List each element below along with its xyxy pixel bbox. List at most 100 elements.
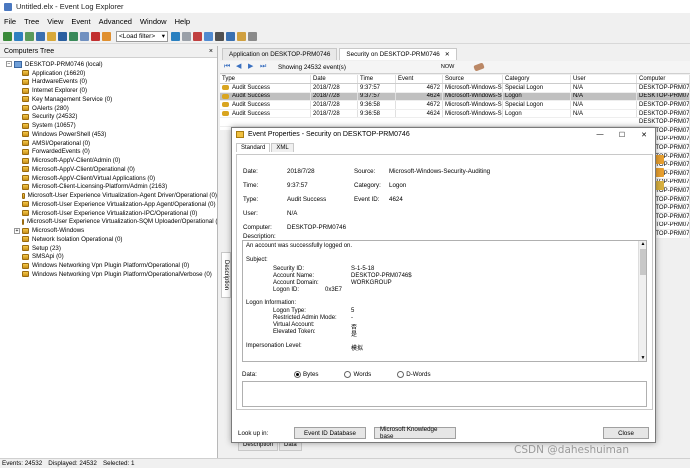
stop-icon[interactable] [193, 31, 202, 41]
event-id-database-button[interactable]: Event ID Database [294, 427, 366, 439]
tree-item[interactable]: Microsoft-AppV-Client/Virtual Applicatio… [0, 174, 217, 183]
scroll-down-icon[interactable]: ▼ [639, 355, 646, 361]
column-type[interactable]: Type [220, 75, 311, 83]
column-event[interactable]: Event [396, 75, 443, 83]
tree-item[interactable]: AMSI/Operational (0) [0, 139, 217, 148]
menu-advanced[interactable]: Advanced [99, 17, 132, 26]
tree-item[interactable]: Microsoft-AppV-Client/Admin (0) [0, 156, 217, 165]
table-row[interactable]: Audit Success 2018/7/28 9:37:57 4624 Microso… [220, 92, 690, 102]
new-icon[interactable] [3, 31, 12, 41]
next-page-icon[interactable]: ▶ [248, 63, 256, 71]
time-label: Time: [243, 182, 259, 189]
tab-security[interactable]: Security on DESKTOP-PRM0746 ✕ [339, 48, 457, 60]
tree-item[interactable]: Microsoft-AppV-Client/Operational (0) [0, 165, 217, 174]
menu-view[interactable]: View [47, 17, 63, 26]
tree-item[interactable]: OAlerts (280) [0, 104, 217, 113]
radio-bytes[interactable]: Bytes [294, 370, 318, 378]
radio-dwords[interactable]: D-Words [397, 370, 431, 378]
cell-text: 9:37:57 [360, 84, 381, 91]
open-folder-icon[interactable] [47, 31, 56, 41]
export-icon[interactable] [69, 31, 78, 41]
bookmark-icon[interactable] [237, 31, 246, 41]
tree-item[interactable]: Application (16620) [0, 69, 217, 78]
column-time[interactable]: Time [358, 75, 396, 83]
close-button[interactable]: Close [603, 427, 649, 439]
tree-item[interactable]: Windows Networking Vpn Plugin Platform/O… [0, 261, 217, 270]
tree-item[interactable]: Security (24532) [0, 113, 217, 122]
field-label: Account Domain: [273, 280, 319, 286]
expand-icon[interactable]: + [14, 227, 20, 234]
tree-item[interactable]: + Microsoft-Windows [0, 226, 217, 235]
tree-item[interactable]: Microsoft-User Experience Virtualization… [0, 209, 217, 218]
filter-icon[interactable] [102, 31, 111, 41]
tree-item[interactable]: Windows Networking Vpn Plugin Platform/O… [0, 270, 217, 279]
last-page-icon[interactable]: ⏭ [260, 63, 268, 71]
side-tab-description[interactable]: Description [221, 252, 231, 298]
menu-event[interactable]: Event [71, 17, 90, 26]
tree-item[interactable]: Microsoft-Client-Licensing-Platform/Admi… [0, 183, 217, 192]
disk-icon[interactable] [58, 31, 67, 41]
close-icon[interactable]: ✕ [445, 51, 450, 58]
table-row[interactable]: Audit Success 2018/7/28 9:36:58 4672 Microso… [220, 101, 690, 110]
eraser-icon[interactable] [473, 62, 486, 72]
computers-icon[interactable] [14, 31, 23, 41]
table-row[interactable]: DESKTOP-PRM0746 [220, 118, 690, 127]
tree-item[interactable]: Internet Explorer (0) [0, 86, 217, 95]
print-preview-icon[interactable] [248, 31, 257, 41]
quick-filter-icon[interactable] [171, 31, 180, 41]
column-computer[interactable]: Computer [637, 75, 690, 83]
radio-words[interactable]: Words [344, 370, 371, 378]
close-icon[interactable]: ✕ [633, 131, 655, 139]
menu-tree[interactable]: Tree [24, 17, 39, 26]
tab-application[interactable]: Application on DESKTOP-PRM0746 [222, 48, 338, 60]
tree-item[interactable]: Network Isolation Operational (0) [0, 235, 217, 244]
tree-item[interactable]: Windows PowerShell (453) [0, 130, 217, 139]
tree-root[interactable]: − DESKTOP-PRM0746 (local) [0, 60, 217, 69]
binoculars-icon[interactable] [215, 31, 224, 41]
menu-help[interactable]: Help [175, 17, 190, 26]
tree-item[interactable]: Microsoft-User Experience Virtualization… [0, 191, 217, 200]
prev-page-icon[interactable]: ◀ [236, 63, 244, 71]
maximize-icon[interactable]: ☐ [611, 131, 633, 139]
table-row[interactable]: Audit Success 2018/7/28 9:36:58 4624 Microso… [220, 109, 690, 119]
column-date[interactable]: Date [311, 75, 358, 83]
column-user[interactable]: User [571, 75, 637, 83]
computer-icon [14, 60, 22, 68]
column-category[interactable]: Category [503, 75, 571, 83]
save-icon[interactable] [36, 31, 45, 41]
close-icon[interactable]: × [209, 48, 213, 55]
first-page-icon[interactable]: ⏮ [224, 63, 232, 71]
data-hex-view[interactable] [242, 381, 647, 407]
properties-icon[interactable] [204, 31, 213, 41]
print-icon[interactable] [80, 31, 89, 41]
tab-standard[interactable]: Standard [236, 143, 271, 152]
tree-item[interactable]: HardwareEvents (0) [0, 78, 217, 87]
tree-item[interactable]: Microsoft-User Experience Virtualization… [0, 200, 217, 209]
find-next-icon[interactable] [226, 31, 235, 41]
scroll-up-icon[interactable]: ▲ [639, 241, 646, 247]
filter-select[interactable]: <Load filter> ▾ [116, 30, 168, 42]
refresh-icon[interactable] [25, 31, 34, 41]
delete-icon[interactable] [91, 31, 100, 41]
menu-window[interactable]: Window [140, 17, 167, 26]
knowledge-base-button[interactable]: Microsoft Knowledge base [374, 426, 456, 440]
tree-item[interactable]: ForwardedEvents (0) [0, 148, 217, 157]
minimize-icon[interactable]: — [589, 131, 611, 139]
tab-xml[interactable]: XML [271, 143, 294, 152]
clear-filter-icon[interactable] [182, 31, 191, 41]
scroll-thumb[interactable] [640, 249, 646, 275]
description-text[interactable]: An account was successfully logged on. S… [242, 240, 647, 362]
tree-item[interactable]: Key Management Service (0) [0, 95, 217, 104]
description-scrollbar[interactable]: ▲ ▼ [638, 241, 646, 361]
menu-file[interactable]: File [4, 17, 16, 26]
tree-item[interactable]: System (10657) [0, 121, 217, 130]
tree-item[interactable]: Microsoft-User Experience Virtualization… [0, 218, 217, 227]
tree-item[interactable]: SMSApi (0) [0, 253, 217, 262]
collapse-icon[interactable]: − [6, 61, 12, 68]
tree-item-label: Microsoft-AppV-Client/Virtual Applicatio… [32, 174, 155, 182]
table-row[interactable]: Audit Success 2018/7/28 9:37:57 4672 Microso… [220, 84, 690, 93]
now-label[interactable]: NOW [441, 64, 454, 70]
column-source[interactable]: Source [443, 75, 503, 83]
event-log-icon [22, 253, 29, 260]
tree-item[interactable]: Setup (23) [0, 244, 217, 253]
